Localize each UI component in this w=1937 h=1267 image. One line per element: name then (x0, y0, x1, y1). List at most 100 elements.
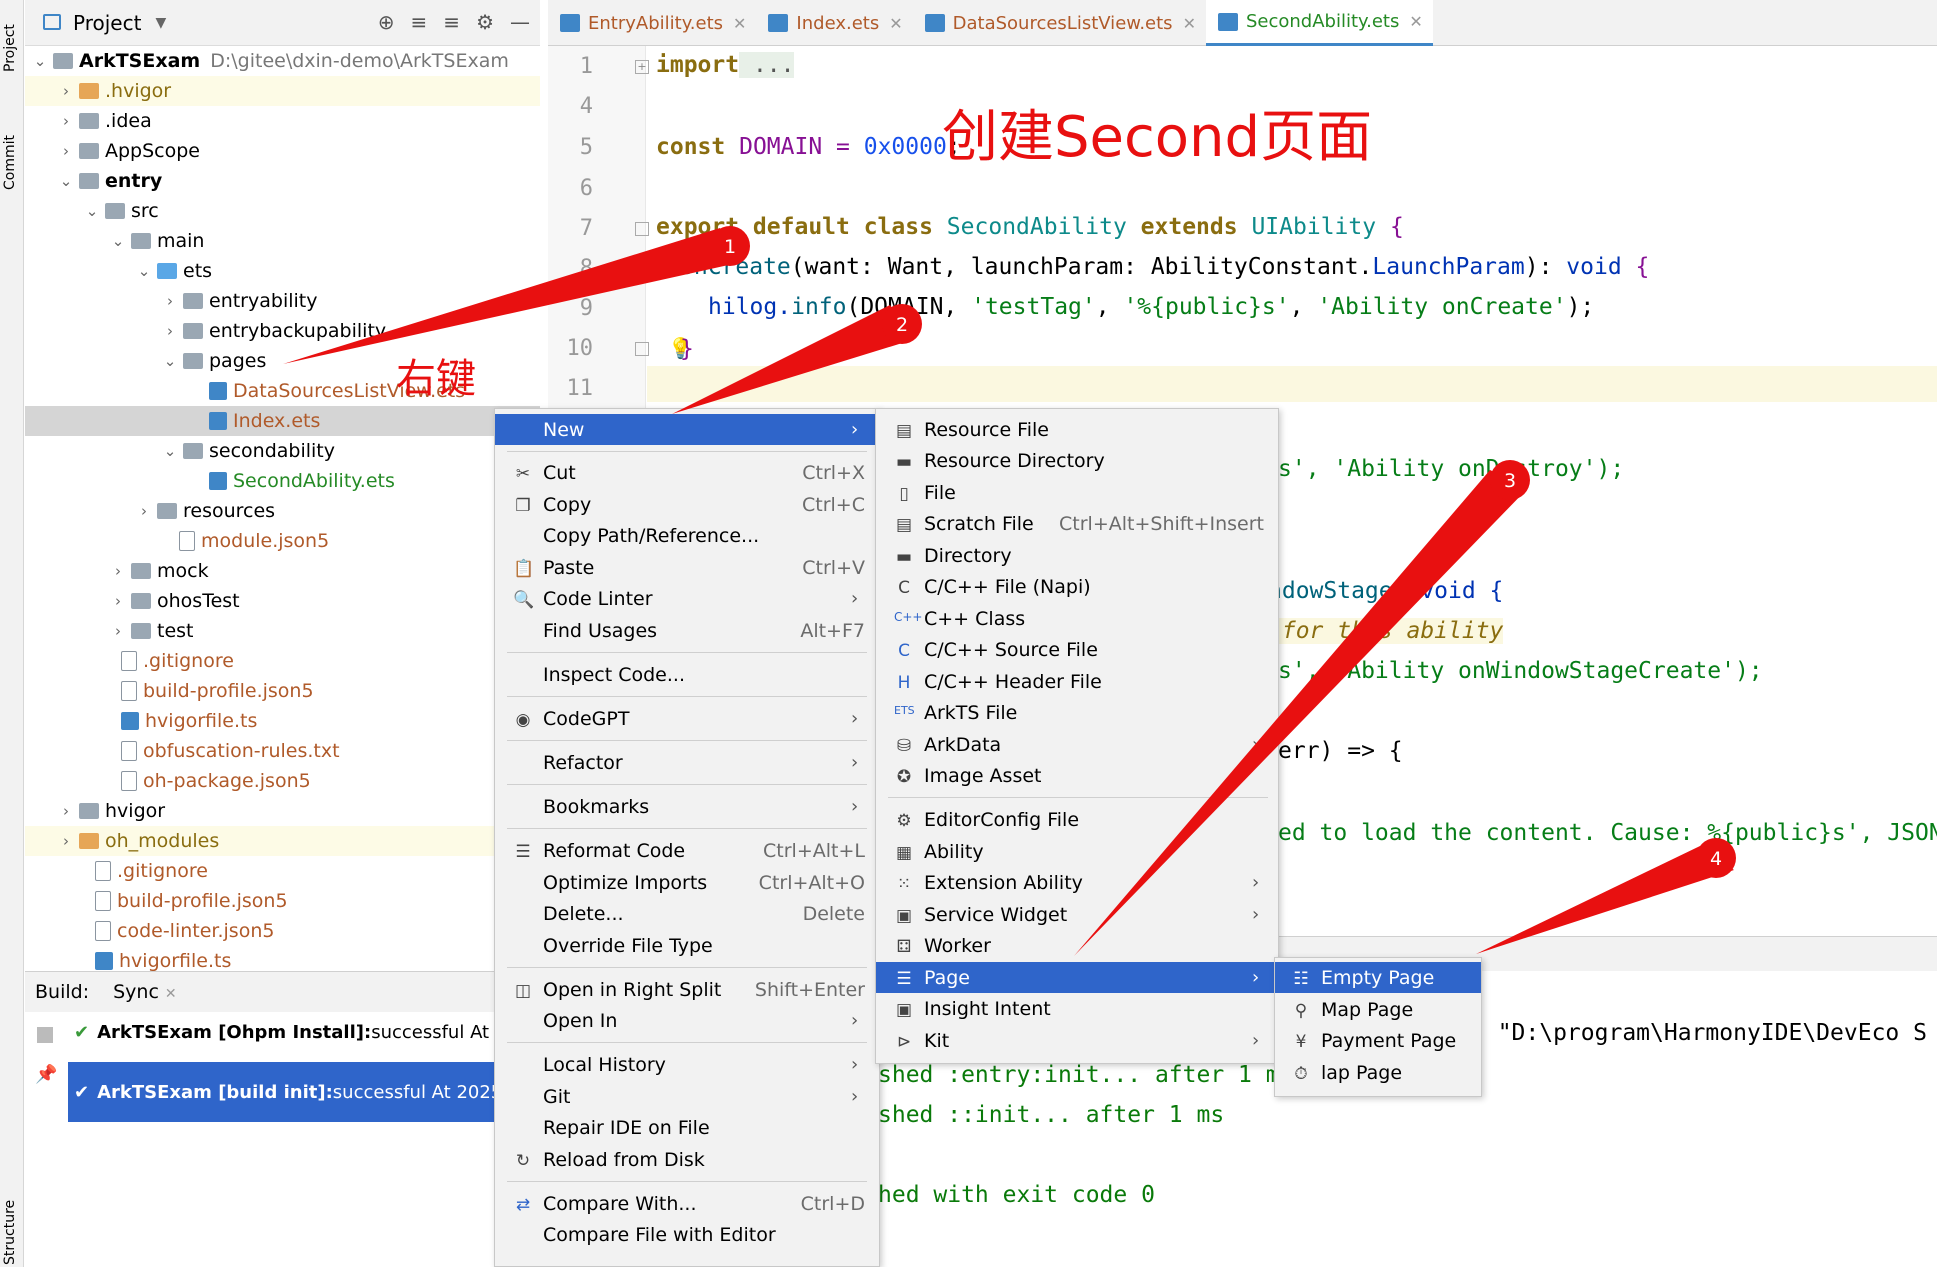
close-icon[interactable]: ✕ (733, 14, 746, 33)
tree-item[interactable]: › resources (25, 496, 540, 526)
menu-item-empty-page[interactable]: ☷ Empty Page (1275, 962, 1481, 993)
chevron-down-icon[interactable]: ⌄ (31, 52, 49, 70)
menu-item-lap-page[interactable]: ⏱ lap Page (1275, 1057, 1481, 1088)
tree-item[interactable]: ⌄ main (25, 226, 540, 256)
close-icon[interactable]: ✕ (165, 986, 177, 1002)
menu-item-ability[interactable]: ▦ Ability (876, 836, 1278, 867)
chevron-down-icon[interactable]: ⌄ (135, 262, 153, 280)
menu-item-file[interactable]: ▯ File (876, 477, 1278, 508)
chevron-down-icon[interactable]: ⌄ (109, 232, 127, 250)
tree-item[interactable]: › hvigor (25, 796, 540, 826)
menu-item-insight-intent[interactable]: ▣ Insight Intent (876, 993, 1278, 1024)
menu-item-resource-file[interactable]: ▤ Resource File (876, 414, 1278, 445)
menu-item-bookmarks[interactable]: Bookmarks › (495, 791, 879, 822)
menu-item-compare-file-with-editor[interactable]: Compare File with Editor (495, 1219, 879, 1250)
tree-item[interactable]: .gitignore (25, 856, 540, 886)
tree-item[interactable]: module.json5 (25, 526, 540, 556)
gear-icon[interactable]: ⚙ (476, 10, 494, 34)
menu-item-override-file-type[interactable]: Override File Type (495, 930, 879, 961)
menu-item-directory[interactable]: ▬ Directory (876, 540, 1278, 571)
menu-item-cpp-header[interactable]: H C/C++ Header File (876, 666, 1278, 697)
menu-item-repair-ide[interactable]: Repair IDE on File (495, 1112, 879, 1143)
tree-item[interactable]: ⌄ ArkTSExam D:\gitee\dxin-demo\ArkTSExam (25, 46, 540, 76)
fold-icon[interactable]: + (635, 60, 649, 74)
chevron-down-icon[interactable]: ⌄ (57, 172, 75, 190)
minimize-icon[interactable]: — (510, 10, 530, 34)
chevron-right-icon[interactable]: › (57, 142, 75, 160)
tree-item[interactable]: ⌄ src (25, 196, 540, 226)
menu-item-copy[interactable]: ❐ Copy Ctrl+C (495, 489, 879, 520)
chevron-right-icon[interactable]: › (109, 562, 127, 580)
tree-item[interactable]: › mock (25, 556, 540, 586)
chevron-right-icon[interactable]: › (109, 622, 127, 640)
menu-item-extension-ability[interactable]: ⁙ Extension Ability › (876, 867, 1278, 898)
tree-item[interactable]: ⌄ entry (25, 166, 540, 196)
menu-item-local-history[interactable]: Local History › (495, 1049, 879, 1080)
menu-item-arkts-file[interactable]: ETS ArkTS File (876, 697, 1278, 728)
tree-item[interactable]: › AppScope (25, 136, 540, 166)
chevron-right-icon[interactable]: › (57, 832, 75, 850)
fold-icon[interactable] (635, 342, 649, 356)
chevron-down-icon[interactable]: ⌄ (161, 442, 179, 460)
chevron-right-icon[interactable]: › (161, 322, 179, 340)
tree-item[interactable]: ⌄ secondability (25, 436, 540, 466)
tree-item[interactable]: › .idea (25, 106, 540, 136)
close-icon[interactable]: ✕ (1183, 14, 1196, 33)
stop-icon[interactable] (37, 1027, 53, 1043)
build-result-row-selected[interactable]: ✔ ArkTSExam [build init]: successful At 2… (68, 1062, 540, 1122)
tree-item[interactable]: .gitignore (25, 646, 540, 676)
menu-item-open-in[interactable]: Open In › (495, 1005, 879, 1036)
tree-item[interactable]: › entrybackupability (25, 316, 540, 346)
tree-item[interactable]: › oh_modules (25, 826, 540, 856)
tree-item[interactable]: › .hvigor (25, 76, 540, 106)
menu-item-editorconfig[interactable]: ⚙ EditorConfig File (876, 804, 1278, 835)
tree-item[interactable]: › ohosTest (25, 586, 540, 616)
expand-all-icon[interactable]: ≡ (411, 10, 428, 34)
menu-item-compare-with[interactable]: ⇄ Compare With... Ctrl+D (495, 1188, 879, 1219)
chevron-down-icon[interactable]: ⌄ (83, 202, 101, 220)
menu-item-new[interactable]: New › (495, 414, 879, 445)
menu-item-paste[interactable]: 📋 Paste Ctrl+V (495, 552, 879, 583)
project-panel-title[interactable]: Project (73, 11, 141, 35)
menu-item-reformat-code[interactable]: ☰ Reformat Code Ctrl+Alt+L (495, 835, 879, 866)
chevron-down-icon[interactable]: ⌄ (161, 352, 179, 370)
close-icon[interactable]: ✕ (1409, 12, 1422, 31)
close-icon[interactable]: ✕ (889, 14, 902, 33)
pin-icon[interactable]: 📌 (35, 1064, 57, 1085)
tree-item[interactable]: hvigorfile.ts (25, 706, 540, 736)
chevron-down-icon[interactable]: ▼ (155, 15, 166, 31)
tree-item[interactable]: hvigorfile.ts (25, 946, 540, 971)
tree-item[interactable]: › test (25, 616, 540, 646)
menu-item-refactor[interactable]: Refactor › (495, 747, 879, 778)
tree-item[interactable]: obfuscation-rules.txt (25, 736, 540, 766)
menu-item-reload-from-disk[interactable]: ↻ Reload from Disk (495, 1144, 879, 1175)
chevron-right-icon[interactable]: › (135, 502, 153, 520)
chevron-right-icon[interactable]: › (161, 292, 179, 310)
menu-item-resource-directory[interactable]: ▬ Resource Directory (876, 445, 1278, 476)
chevron-right-icon[interactable]: › (57, 82, 75, 100)
tab-entryability[interactable]: EntryAbility.ets ✕ (548, 0, 756, 46)
menu-item-cpp-napi[interactable]: C C/C++ File (Napi) (876, 571, 1278, 602)
menu-item-git[interactable]: Git › (495, 1081, 879, 1112)
tree-item[interactable]: code-linter.json5 (25, 916, 540, 946)
tree-item[interactable]: › entryability (25, 286, 540, 316)
tree-item[interactable]: ⌄ ets (25, 256, 540, 286)
project-tool-label[interactable]: Project (2, 24, 18, 72)
chevron-right-icon[interactable]: › (57, 112, 75, 130)
tab-secondability[interactable]: SecondAbility.ets ✕ (1205, 0, 1433, 46)
menu-item-scratch-file[interactable]: ▤ Scratch File Ctrl+Alt+Shift+Insert (876, 508, 1278, 539)
build-result-row[interactable]: ✔ ArkTSExam [Ohpm Install]: successful At… (68, 1012, 540, 1052)
menu-item-optimize-imports[interactable]: Optimize Imports Ctrl+Alt+O (495, 867, 879, 898)
menu-item-payment-page[interactable]: ¥ Payment Page (1275, 1025, 1481, 1056)
tab-sync[interactable]: Sync ✕ (113, 981, 177, 1003)
tree-item[interactable]: build-profile.json5 (25, 676, 540, 706)
menu-item-codegpt[interactable]: ◉ CodeGPT › (495, 703, 879, 734)
tree-item[interactable]: oh-package.json5 (25, 766, 540, 796)
menu-item-delete[interactable]: Delete... Delete (495, 898, 879, 929)
tree-item[interactable]: build-profile.json5 (25, 886, 540, 916)
menu-item-arkdata[interactable]: ⛁ ArkData › (876, 729, 1278, 760)
menu-item-service-widget[interactable]: ▣ Service Widget › (876, 899, 1278, 930)
menu-item-find-usages[interactable]: Find Usages Alt+F7 (495, 615, 879, 646)
structure-tool-label[interactable]: Structure (2, 1200, 18, 1265)
tab-index[interactable]: Index.ets ✕ (756, 0, 912, 46)
